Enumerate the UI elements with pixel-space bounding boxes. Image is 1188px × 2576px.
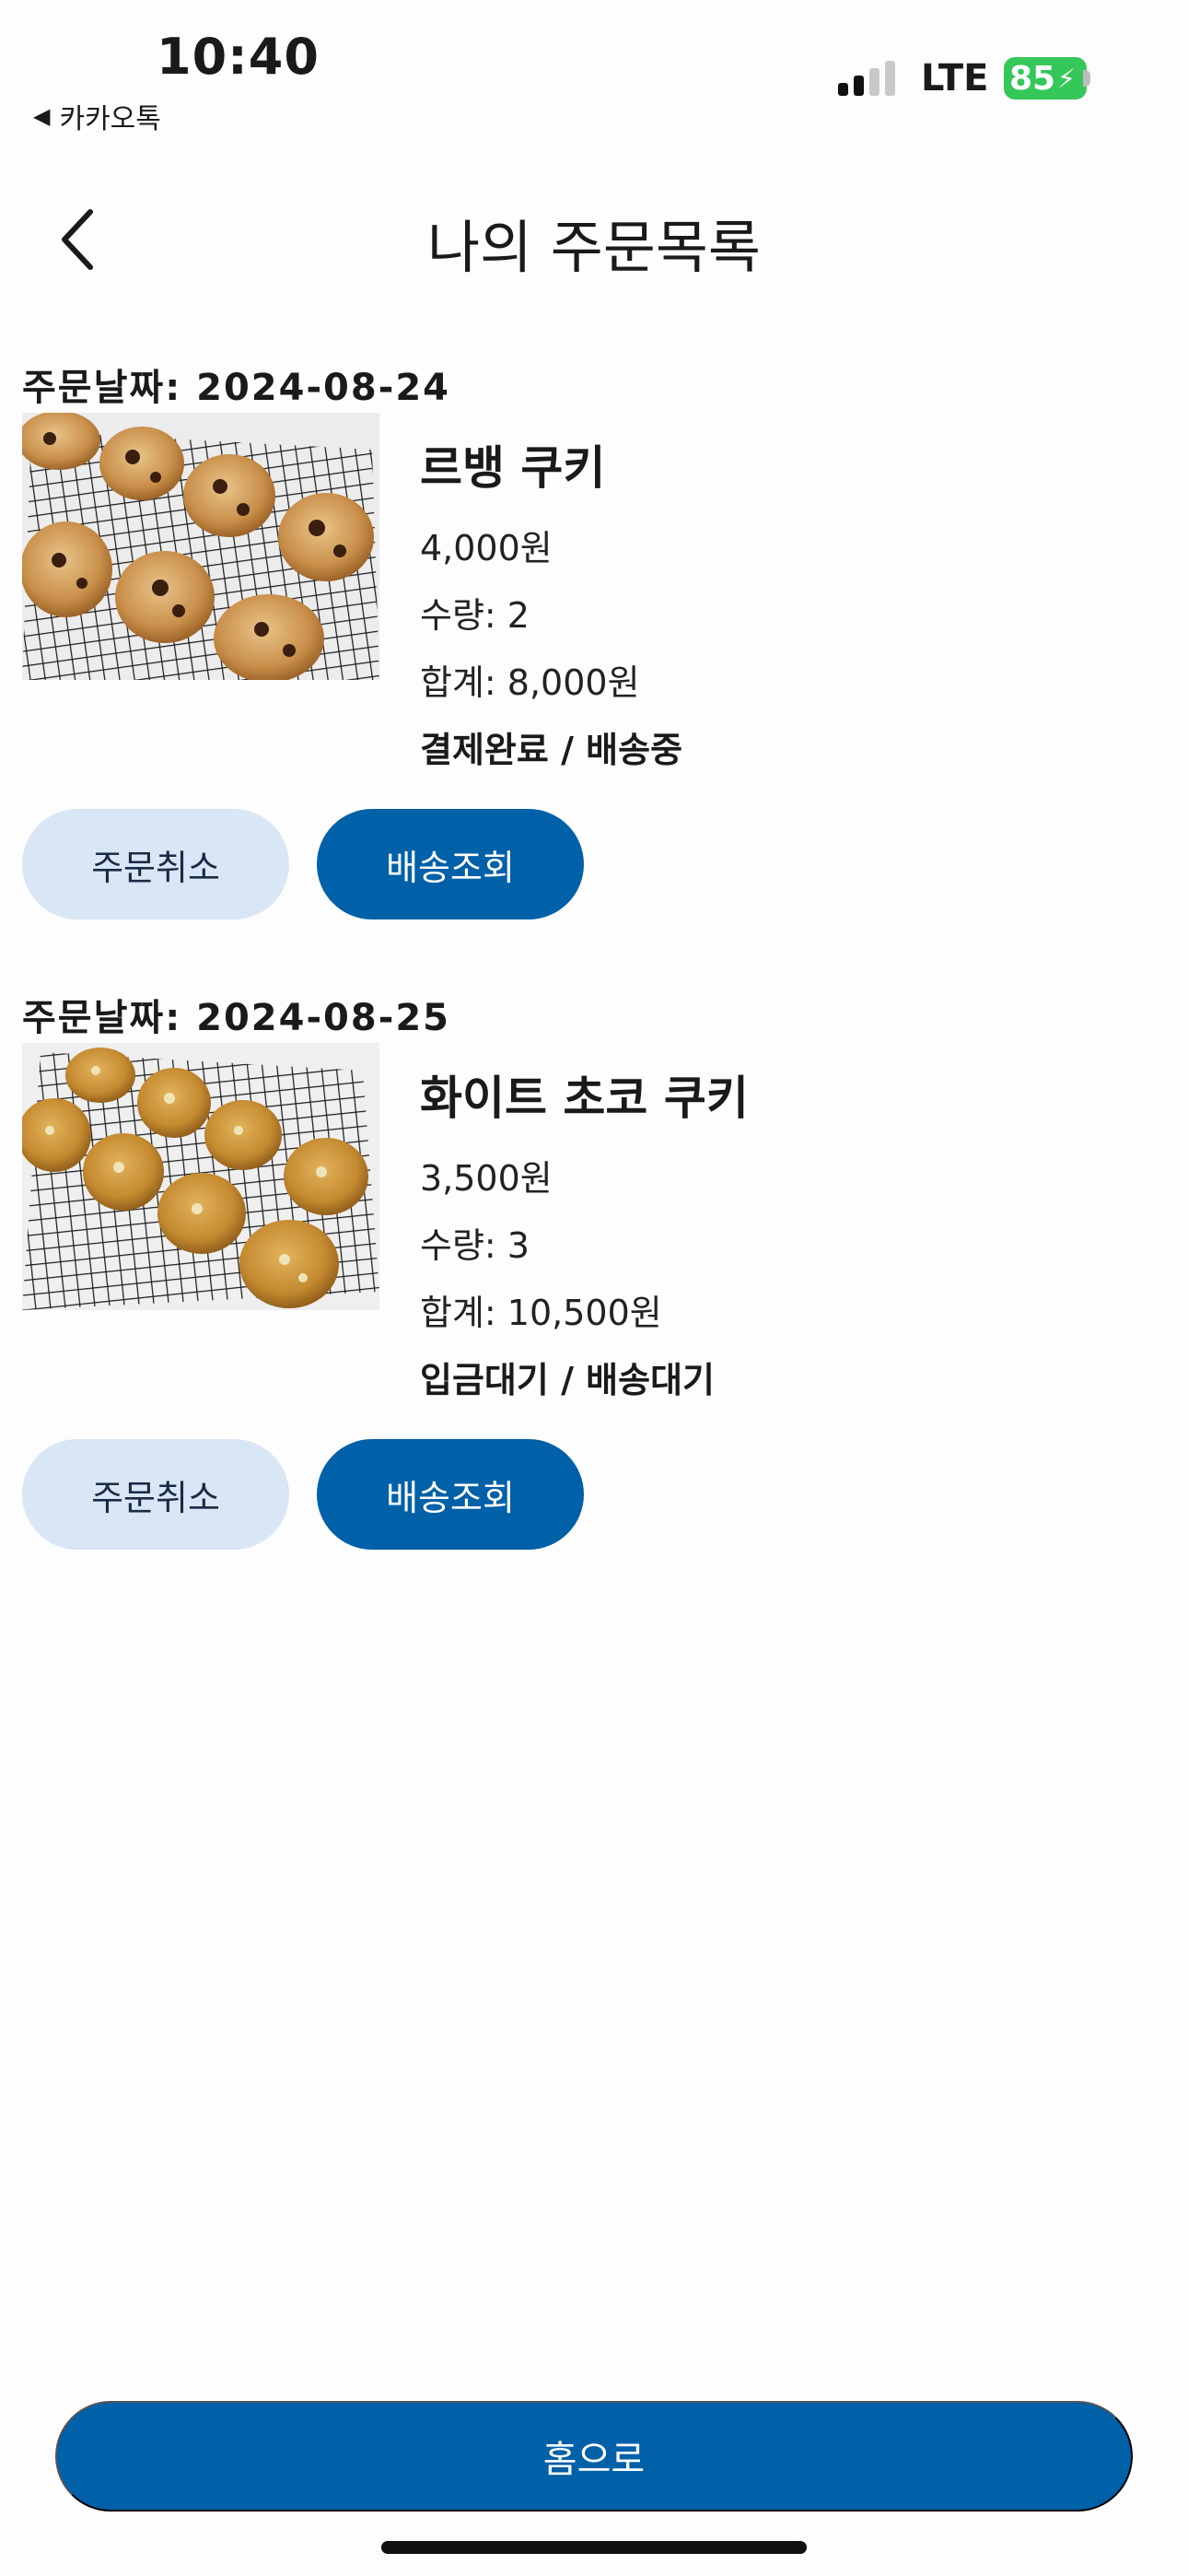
order-card: 주문날짜: 2024-08-24 르뱅 쿠키 4,000원 수량: 2 합계: … bbox=[22, 357, 1164, 919]
product-image bbox=[22, 413, 379, 680]
battery-cap bbox=[1083, 70, 1090, 87]
back-triangle-icon: ◀ bbox=[33, 103, 51, 129]
status-time: 10:40 bbox=[157, 28, 320, 86]
product-quantity: 수량: 2 bbox=[420, 595, 530, 636]
order-date: 주문날짜: 2024-08-24 bbox=[22, 367, 450, 409]
charging-bolt-icon: ⚡ bbox=[1057, 63, 1076, 94]
cancel-order-button[interactable]: 주문취소 bbox=[22, 1439, 289, 1550]
order-actions: 주문취소 배송조회 bbox=[22, 1439, 584, 1550]
product-price: 3,500원 bbox=[420, 1158, 553, 1199]
order-card: 주문날짜: 2024-08-25 화이트 초코 쿠키 3,500원 수량: 3 … bbox=[22, 988, 1164, 1550]
product-price: 4,000원 bbox=[420, 528, 553, 568]
order-total: 합계: 8,000원 bbox=[420, 662, 640, 703]
track-delivery-button[interactable]: 배송조회 bbox=[317, 809, 584, 919]
order-status: 결제완료 / 배송중 bbox=[420, 730, 683, 770]
track-delivery-button[interactable]: 배송조회 bbox=[317, 1439, 584, 1550]
order-info: 화이트 초코 쿠키 3,500원 수량: 3 합계: 10,500원 입금대기 … bbox=[420, 1061, 749, 1402]
battery-icon: 85 ⚡ bbox=[1004, 57, 1087, 100]
product-image bbox=[22, 1043, 379, 1310]
product-quantity: 수량: 3 bbox=[420, 1225, 530, 1266]
order-info: 르뱅 쿠키 4,000원 수량: 2 합계: 8,000원 결제완료 / 배송중 bbox=[420, 431, 682, 772]
order-status: 입금대기 / 배송대기 bbox=[420, 1360, 716, 1400]
back-app-label: 카카오톡 bbox=[59, 103, 161, 135]
home-indicator[interactable] bbox=[381, 2541, 807, 2554]
order-actions: 주문취소 배송조회 bbox=[22, 809, 584, 919]
cancel-order-button[interactable]: 주문취소 bbox=[22, 809, 289, 919]
page-title: 나의 주문목록 bbox=[427, 214, 761, 281]
product-name: 화이트 초코 쿠키 bbox=[420, 1071, 749, 1125]
order-date: 주문날짜: 2024-08-25 bbox=[22, 997, 450, 1039]
order-total: 합계: 10,500원 bbox=[420, 1293, 662, 1333]
status-bar: 10:40 ◀ 카카오톡 LTE 85 ⚡ bbox=[0, 0, 1188, 138]
product-name: 르뱅 쿠키 bbox=[420, 441, 606, 495]
network-label: LTE bbox=[921, 57, 989, 100]
home-button[interactable]: 홈으로 bbox=[55, 2401, 1133, 2512]
back-to-app-link[interactable]: ◀ 카카오톡 bbox=[33, 96, 161, 136]
battery-level: 85 bbox=[1009, 59, 1056, 98]
signal-icon bbox=[838, 61, 895, 96]
